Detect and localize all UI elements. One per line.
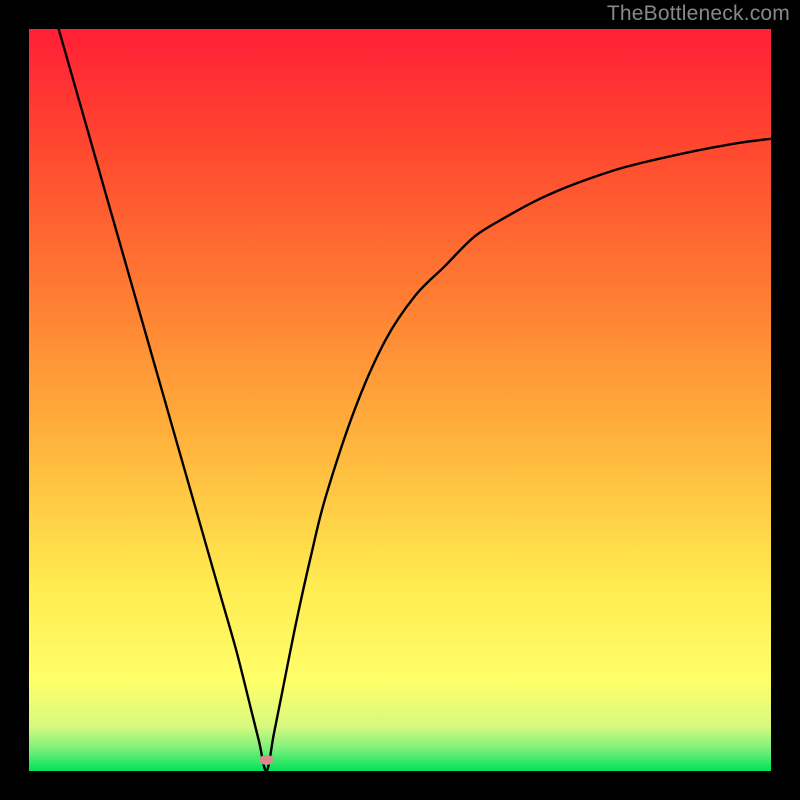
watermark-text: TheBottleneck.com xyxy=(607,2,790,26)
optimum-marker xyxy=(259,755,273,765)
bottleneck-chart xyxy=(29,29,771,771)
chart-background xyxy=(29,29,771,771)
